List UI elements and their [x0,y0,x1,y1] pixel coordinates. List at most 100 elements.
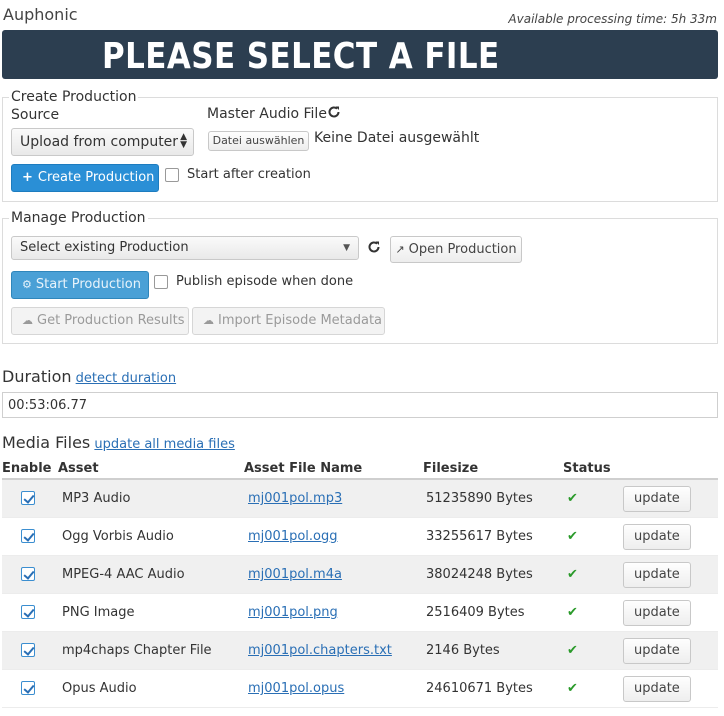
table-row: Ogg Vorbis Audio mj001pol.ogg 33255617 Byt… [2,517,718,556]
duration-header: Duration detect duration [2,367,176,386]
filesize-value: 2146 Bytes [426,643,500,658]
import-episode-metadata-button[interactable]: ☁ Import Episode Metadata [192,307,385,335]
status-cell: ✔ [563,593,623,632]
filename-cell: mj001pol.png [244,593,423,632]
update-button[interactable]: update [623,485,691,512]
column-header-action [623,458,718,480]
top-bar: Auphonic Available processing time: 5h 3… [3,5,719,29]
duration-input[interactable]: 00:53:06.77 [2,392,718,418]
enable-cell [2,555,58,594]
cloud-download-icon: ☁ [22,314,33,327]
source-label: Source [11,107,60,123]
asset-name: Ogg Vorbis Audio [62,529,174,544]
dropdown-arrow-icon: ▼ [343,243,350,253]
open-external-icon: ↗ [395,243,405,256]
table-row: Opus Audio mj001pol.opus 24610671 Bytes ✔ up… [2,669,718,708]
action-cell: update [623,631,718,670]
existing-production-select[interactable]: Select existing Production ▼ [11,236,359,260]
source-select-value: Upload from computer [20,134,179,150]
media-files-label: Media Files [2,433,91,452]
filesize-cell: 51235890 Bytes [423,479,563,518]
enable-checkbox[interactable] [21,643,35,657]
asset-name: Opus Audio [62,681,137,696]
filename-cell: mj001pol.chapters.txt [244,631,423,670]
filename-cell: mj001pol.m4a [244,555,423,594]
enable-checkbox[interactable] [21,491,35,505]
table-header-row: Enable Asset Asset File Name Filesize St… [2,458,718,480]
update-button[interactable]: update [623,637,691,664]
filesize-cell: 33255617 Bytes [423,517,563,556]
asset-file-link[interactable]: mj001pol.chapters.txt [248,643,392,658]
asset-file-link[interactable]: mj001pol.m4a [248,567,342,582]
checkmark-icon: ✔ [567,567,578,582]
create-production-button[interactable]: + Create Production [11,164,159,192]
start-production-button[interactable]: ⚙ Start Production [11,271,149,299]
update-button[interactable]: update [623,599,691,626]
master-audio-label: Master Audio File [207,106,327,122]
update-button[interactable]: update [623,561,691,588]
import-episode-metadata-label: Import Episode Metadata [218,313,383,328]
filesize-cell: 38024248 Bytes [423,555,563,594]
asset-cell: MP3 Audio [58,479,244,518]
enable-checkbox[interactable] [21,681,35,695]
column-header-filename: Asset File Name [244,458,423,480]
filesize-value: 2516409 Bytes [426,605,525,620]
table-row: MP3 Audio mj001pol.mp3 51235890 Bytes ✔ upda… [2,479,718,518]
status-cell: ✔ [563,631,623,670]
plus-icon: + [22,170,33,185]
table-row: PNG Image mj001pol.png 2516409 Bytes ✔ updat… [2,593,718,632]
get-production-results-label: Get Production Results [37,313,185,328]
open-production-button[interactable]: ↗ Open Production [390,236,522,263]
checkmark-icon: ✔ [567,643,578,658]
filesize-value: 38024248 Bytes [426,567,533,582]
checkmark-icon: ✔ [567,681,578,696]
table-row: mp4chaps Chapter File mj001pol.chapters.t… [2,631,718,670]
start-after-creation-checkbox[interactable] [165,168,179,182]
get-production-results-button[interactable]: ☁ Get Production Results [11,307,189,335]
action-cell: update [623,479,718,518]
update-button[interactable]: update [623,675,691,702]
column-header-enable: Enable [2,458,58,480]
asset-cell: mp4chaps Chapter File [58,631,244,670]
checkmark-icon: ✔ [567,491,578,506]
publish-episode-checkbox[interactable] [154,275,168,289]
filesize-value: 33255617 Bytes [426,529,533,544]
refresh-icon[interactable] [367,240,381,258]
filesize-cell: 2146 Bytes [423,631,563,670]
asset-file-link[interactable]: mj001pol.opus [248,681,344,696]
start-after-creation-label: Start after creation [187,167,311,182]
enable-checkbox[interactable] [21,605,35,619]
media-files-header: Media Files update all media files [2,433,235,452]
duration-label: Duration [2,367,72,386]
refresh-icon[interactable] [327,105,341,123]
asset-file-link[interactable]: mj001pol.png [248,605,338,620]
enable-cell [2,669,58,708]
detect-duration-link[interactable]: detect duration [76,371,176,386]
update-all-media-link[interactable]: update all media files [94,437,234,452]
asset-cell: Ogg Vorbis Audio [58,517,244,556]
asset-name: PNG Image [62,605,135,620]
action-cell: update [623,669,718,708]
processing-time: Available processing time: 5h 33m [508,12,717,26]
cogs-icon: ⚙ [22,278,32,291]
source-select[interactable]: Upload from computer ▲ ▼ [11,128,194,156]
enable-checkbox[interactable] [21,567,35,581]
action-cell: update [623,517,718,556]
open-production-label: Open Production [408,242,517,257]
asset-cell: PNG Image [58,593,244,632]
enable-cell [2,593,58,632]
existing-production-value: Select existing Production [20,240,189,255]
column-header-asset: Asset [58,458,244,480]
asset-file-link[interactable]: mj001pol.ogg [248,529,338,544]
update-button[interactable]: update [623,523,691,550]
status-cell: ✔ [563,669,623,708]
asset-file-link[interactable]: mj001pol.mp3 [248,491,342,506]
action-cell: update [623,593,718,632]
banner-text: PLEASE SELECT A FILE [102,36,500,77]
checkmark-icon: ✔ [567,605,578,620]
asset-name: MP3 Audio [62,491,131,506]
filesize-value: 51235890 Bytes [426,491,533,506]
enable-checkbox[interactable] [21,529,35,543]
choose-file-button[interactable]: Datei auswählen [208,131,309,151]
enable-cell [2,631,58,670]
